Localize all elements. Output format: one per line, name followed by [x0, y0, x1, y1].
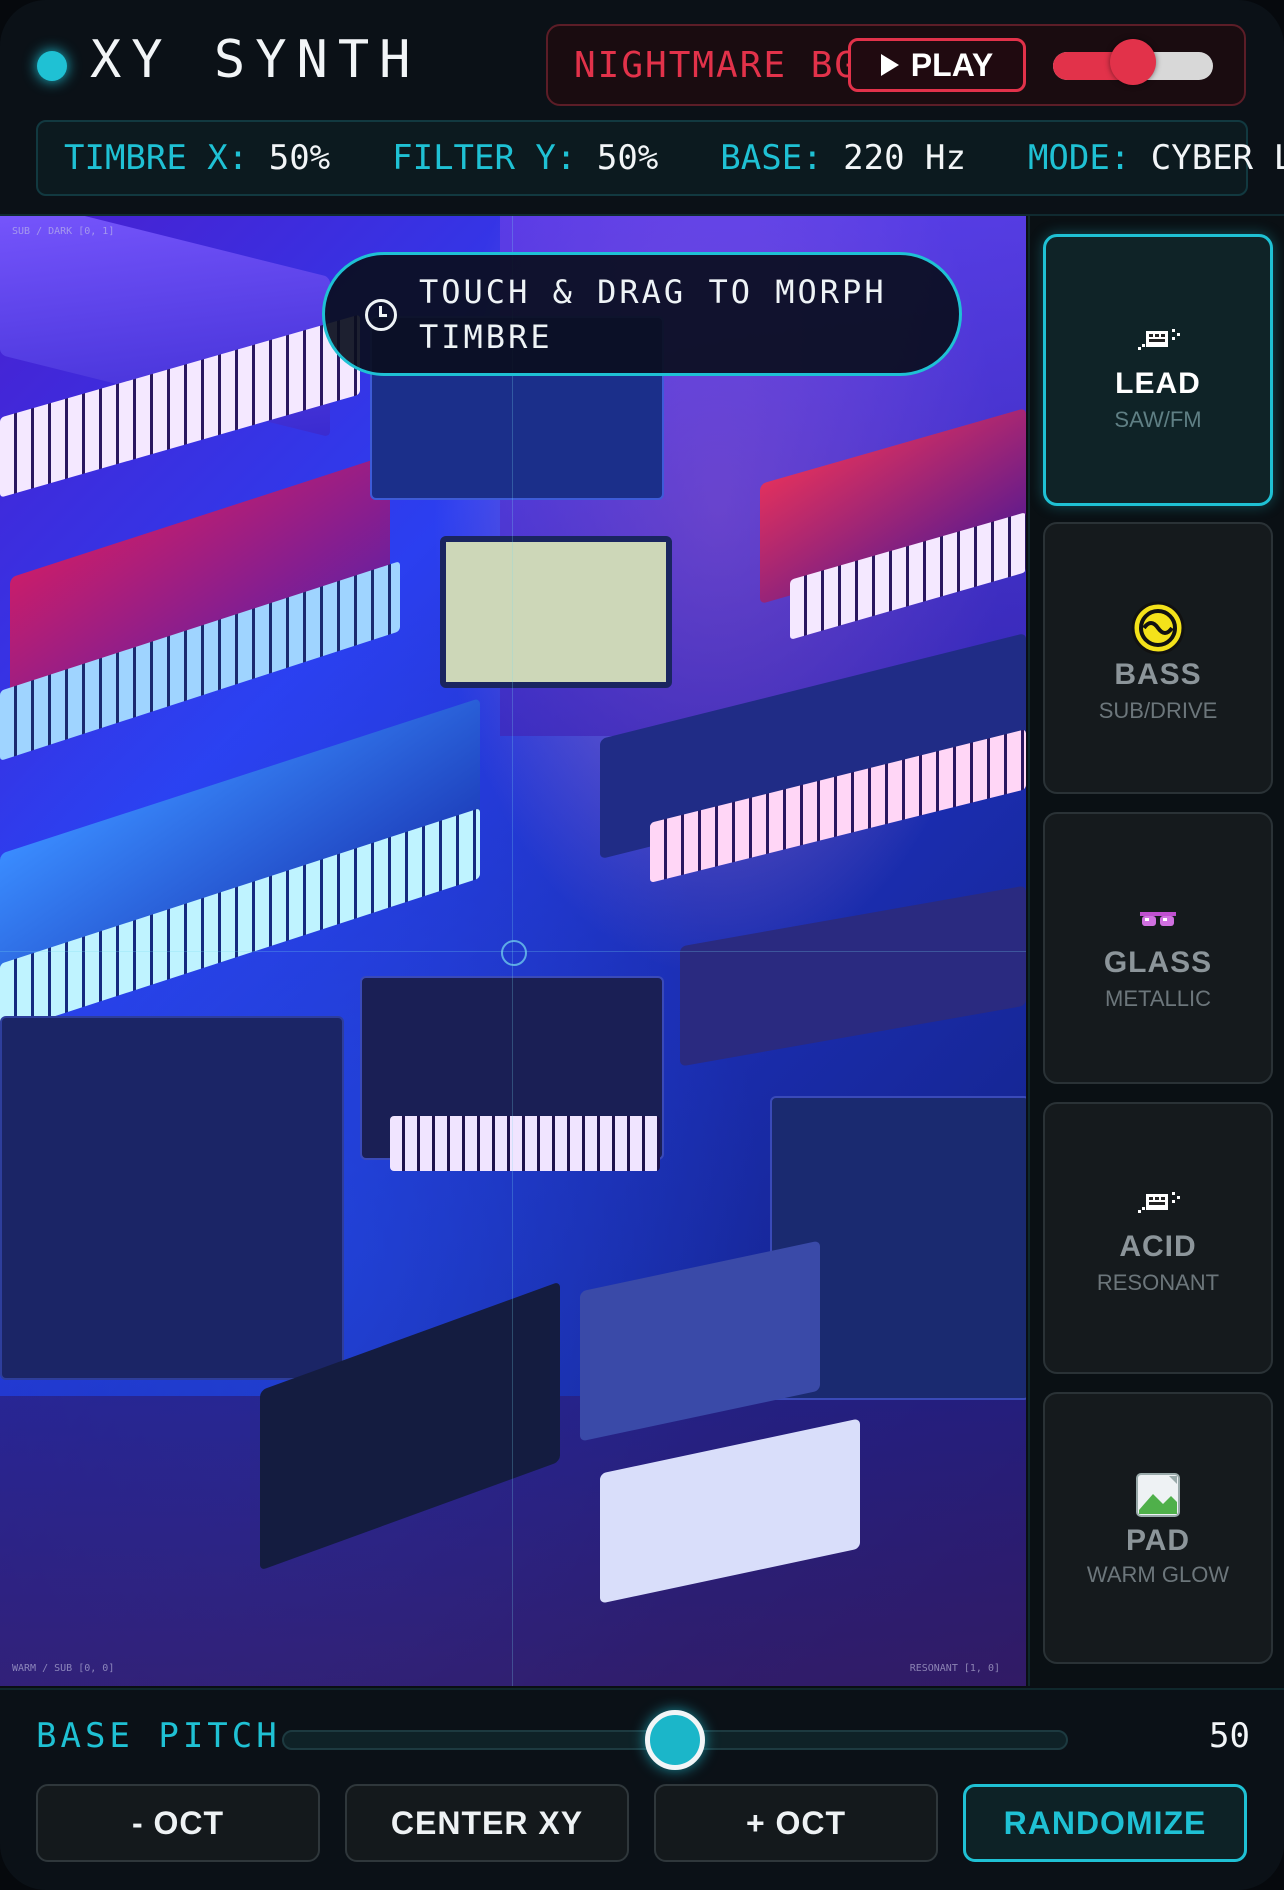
wave-circle-icon — [1131, 601, 1185, 655]
mode-sub: SAW/FM — [1114, 407, 1202, 432]
bottom-controls: BASE PITCH 50 - OCT CENTER XY + OCT RAND… — [0, 1688, 1284, 1890]
mode-sub: WARM GLOW — [1086, 1562, 1230, 1587]
base-pitch-label: BASE PITCH — [36, 1716, 281, 1756]
parameter-readout: TIMBRE X: 50% FILTER Y: 50% BASE: 220 Hz… — [36, 120, 1284, 196]
mode-value: CYBER LEAD — [1150, 138, 1284, 178]
mode-acid[interactable]: ACID RESONANT — [1043, 1102, 1273, 1374]
mode-pad[interactable]: PAD WARM GLOW — [1043, 1392, 1273, 1664]
mode-name: PAD — [1125, 1524, 1191, 1557]
clock-icon — [365, 299, 397, 331]
play-label: PLAY — [910, 46, 994, 83]
mode-sub: RESONANT — [1096, 1270, 1220, 1295]
glasses-icon — [1140, 912, 1176, 926]
app-title: XY SYNTH — [90, 30, 421, 90]
filter-value: 50% — [596, 138, 659, 178]
mode-readout: MODE: CYBER LEAD — [1028, 138, 1284, 178]
mode-sub: SUB/DRIVE — [1098, 698, 1218, 723]
base-readout: BASE: 220 Hz — [720, 138, 966, 178]
corner-label-bottom-left: WARM / SUB [0, 0] — [12, 1663, 115, 1674]
timbre-readout: TIMBRE X: 50% — [64, 138, 330, 178]
randomize-button[interactable]: RANDOMIZE — [963, 1784, 1247, 1862]
keyboard-sparkle-icon — [1138, 1192, 1180, 1213]
xy-synth-app: XY SYNTH NIGHTMARE BGM PLAY TIMBRE X: 50… — [0, 0, 1284, 1890]
mode-name: LEAD — [1115, 367, 1201, 400]
xy-cursor[interactable] — [501, 940, 527, 966]
filter-readout: FILTER Y: 50% — [392, 138, 658, 178]
mode-lead[interactable]: LEAD SAW/FM — [1043, 234, 1273, 506]
mode-name: GLASS — [1103, 946, 1213, 979]
modular-rack — [0, 1016, 344, 1380]
mode-key: MODE: — [1027, 138, 1131, 178]
mode-name: ACID — [1119, 1230, 1197, 1263]
timbre-value: 50% — [268, 138, 331, 178]
mode-glass[interactable]: GLASS METALLIC — [1043, 812, 1273, 1084]
mode-name: BASS — [1114, 658, 1202, 691]
hint-line-1: TOUCH & DRAG TO MORPH — [419, 273, 887, 311]
bgm-control: NIGHTMARE BGM PLAY — [546, 24, 1246, 106]
xy-pad[interactable]: SUB / DARK [0, 1] WARM / SUB [0, 0] RESO… — [0, 216, 1026, 1686]
base-pitch-thumb[interactable] — [645, 1710, 705, 1770]
drag-hint: TOUCH & DRAG TO MORPH TIMBRE — [322, 252, 962, 376]
header: XY SYNTH NIGHTMARE BGM PLAY TIMBRE X: 50… — [0, 0, 1284, 216]
status-dot — [37, 51, 67, 81]
base-value: 220 Hz — [843, 138, 966, 178]
corner-label-top-left: SUB / DARK [0, 1] — [12, 226, 115, 237]
keyboard-sparkle-icon — [1138, 329, 1180, 350]
play-icon — [880, 54, 899, 76]
center-xy-button[interactable]: CENTER XY — [345, 1784, 629, 1862]
corner-label-bottom-right: RESONANT [1, 0] — [909, 1663, 1000, 1674]
hint-text: TOUCH & DRAG TO MORPH TIMBRE — [419, 270, 939, 360]
volume-thumb[interactable] — [1110, 39, 1156, 85]
broken-image-icon — [1136, 1473, 1180, 1517]
hint-line-2: TIMBRE — [419, 318, 553, 356]
bgm-label: NIGHTMARE BGM — [574, 45, 882, 86]
mode-sub: METALLIC — [1105, 986, 1211, 1011]
base-key: BASE: — [720, 138, 823, 178]
mode-sidebar: LEAD SAW/FM BASS SUB/DRIVE GLASS METALLI… — [1028, 216, 1284, 1686]
play-button[interactable]: PLAY — [848, 38, 1026, 92]
base-pitch-value: 50 — [1209, 1716, 1250, 1756]
filter-key: FILTER Y: — [392, 138, 577, 178]
octave-up-button[interactable]: + OCT — [654, 1784, 938, 1862]
octave-down-button[interactable]: - OCT — [36, 1784, 320, 1862]
mode-bass[interactable]: BASS SUB/DRIVE — [1043, 522, 1273, 794]
touch-screen — [440, 536, 672, 688]
timbre-key: TIMBRE X: — [64, 138, 249, 178]
synth-keys — [390, 1116, 660, 1171]
sequencer — [680, 885, 1026, 1067]
